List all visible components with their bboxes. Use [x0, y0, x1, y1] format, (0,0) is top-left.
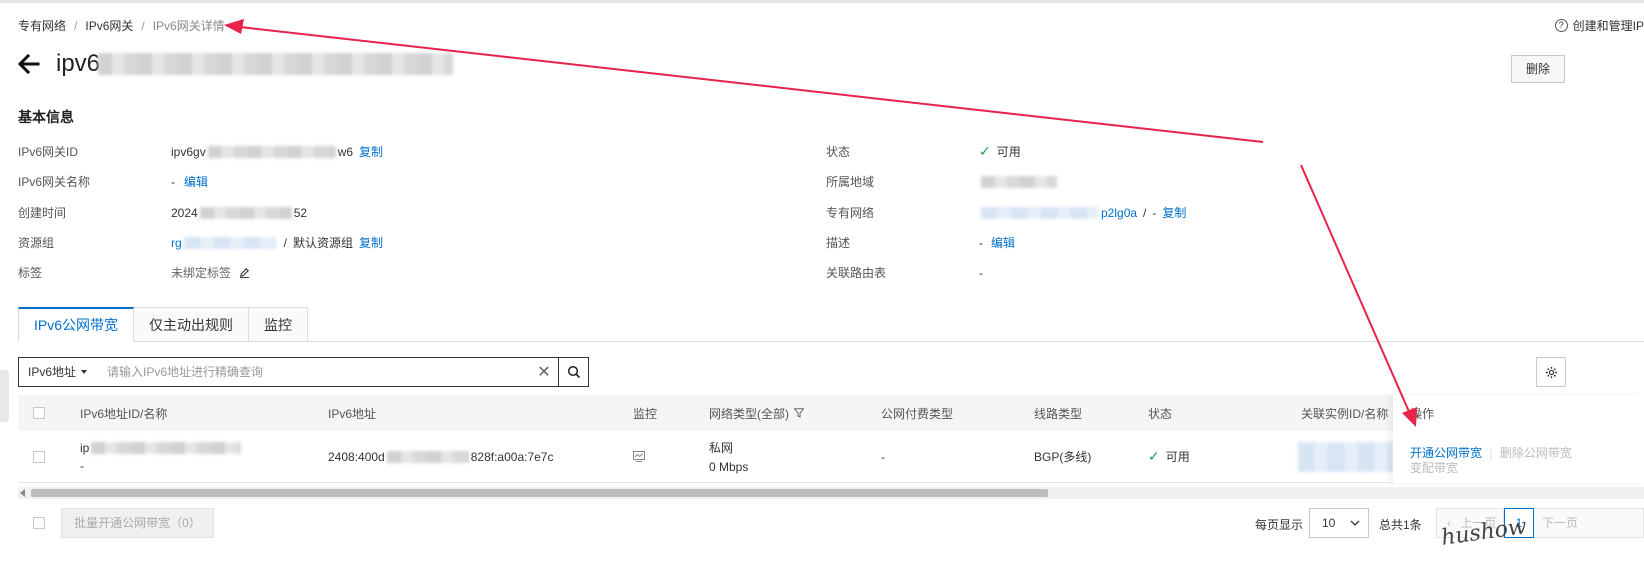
- scroll-left-icon[interactable]: [20, 489, 25, 497]
- info-gateway-id: IPv6网关ID ipv6gv w6 复制: [18, 143, 384, 160]
- info-resource-group: 资源组 rg / 默认资源组 复制: [18, 234, 384, 251]
- header-id-name: IPv6地址ID/名称: [80, 406, 168, 421]
- info-description: 描述 - 编辑: [826, 234, 1016, 251]
- help-link[interactable]: ? 创建和管理IP: [1554, 17, 1644, 34]
- row-bandwidth: 0 Mbps: [709, 460, 749, 474]
- row-address-end: 828f:a00a:7e7c: [470, 449, 554, 464]
- redacted-value: [199, 206, 292, 219]
- info-status: 状态 ✓ 可用: [826, 143, 1021, 159]
- footer-select-checkbox[interactable]: [33, 517, 45, 529]
- header-monitor: 监控: [633, 406, 658, 421]
- header-instance: 关联实例ID/名称: [1301, 406, 1389, 421]
- info-region: 所属地域: [826, 173, 1059, 190]
- side-collapse-handle[interactable]: [0, 370, 9, 422]
- row-network-type: 私网: [709, 441, 734, 455]
- breadcrumb-vpc[interactable]: 专有网络: [18, 17, 66, 34]
- tab-monitor[interactable]: 监控: [249, 307, 309, 342]
- edit-description-link[interactable]: 编辑: [991, 234, 1015, 251]
- breadcrumb-ipv6-gateway[interactable]: IPv6网关: [85, 17, 133, 34]
- delete-button[interactable]: 删除: [1511, 55, 1565, 83]
- redacted-value: [386, 450, 469, 463]
- row-checkbox[interactable]: [33, 450, 45, 463]
- info-route-table: 关联路由表 -: [826, 265, 983, 281]
- total-count: 总共1条: [1379, 518, 1422, 532]
- breadcrumb-separator: /: [141, 18, 145, 33]
- next-page-button: 下一页: [1534, 508, 1644, 538]
- annotation-arrow-line: [1300, 164, 1411, 415]
- tab-ipv6-bandwidth[interactable]: IPv6公网带宽: [18, 307, 135, 342]
- row-address-start: 2408:400d: [328, 449, 385, 464]
- row-billing: -: [881, 449, 885, 464]
- bandwidth-table: IPv6地址ID/名称 IPv6地址 监控 网络类型(全部) 公网付费类型 线路…: [18, 395, 1644, 483]
- redacted-value: [981, 206, 1099, 219]
- page-size-select[interactable]: 10: [1309, 508, 1369, 538]
- redacted-value: [91, 441, 242, 454]
- redacted-value: [1298, 441, 1393, 472]
- gear-icon: [1545, 366, 1557, 378]
- basic-info-title: 基本信息: [18, 109, 74, 125]
- tab-bar: IPv6公网带宽 仅主动出规则 监控: [18, 307, 1644, 342]
- edit-name-link[interactable]: 编辑: [184, 173, 208, 190]
- redacted-title: [98, 53, 454, 75]
- breadcrumb-current: IPv6网关详情: [152, 19, 225, 33]
- copy-resource-group-link[interactable]: 复制: [359, 234, 383, 251]
- row-status: 可用: [1165, 450, 1190, 464]
- tab-egress-rules[interactable]: 仅主动出规则: [134, 307, 250, 342]
- delete-bandwidth-link: 删除公网带宽: [1499, 446, 1572, 460]
- filter-icon: [794, 408, 804, 418]
- annotation-arrow-line: [239, 26, 1264, 143]
- per-page-label: 每页显示: [1255, 518, 1304, 532]
- settings-button[interactable]: [1536, 357, 1566, 387]
- copy-gateway-id-link[interactable]: 复制: [359, 143, 383, 160]
- info-tags: 标签 未绑定标签: [18, 264, 250, 281]
- monitor-chart-icon[interactable]: [633, 451, 645, 462]
- header-line: 线路类型: [1034, 406, 1083, 421]
- search-bar: IPv6地址 ✕: [18, 357, 589, 387]
- search-type-select[interactable]: IPv6地址: [19, 358, 97, 386]
- row-id[interactable]: ip: [80, 441, 89, 455]
- search-input[interactable]: [97, 358, 530, 386]
- batch-open-bandwidth-button: 批量开通公网带宽（0）: [61, 508, 214, 538]
- check-icon: ✓: [1148, 448, 1160, 464]
- page-title: ipv6: [56, 50, 101, 77]
- redacted-value: [207, 145, 336, 158]
- info-vpc: 专有网络 p2lg0a / - 复制: [826, 204, 1187, 221]
- check-icon: ✓: [979, 143, 991, 159]
- back-arrow-icon[interactable]: [16, 51, 42, 77]
- redacted-value: [183, 236, 276, 249]
- top-border: [0, 0, 1644, 3]
- horizontal-scrollbar[interactable]: [18, 487, 1644, 499]
- info-gateway-name: IPv6网关名称 - 编辑: [18, 173, 209, 190]
- scroll-thumb[interactable]: [31, 489, 1048, 497]
- header-billing: 公网付费类型: [881, 406, 954, 421]
- search-icon: [567, 365, 580, 379]
- help-label: 创建和管理IP: [1572, 19, 1644, 33]
- clear-icon[interactable]: ✕: [530, 362, 558, 382]
- edit-pencil-icon[interactable]: [239, 267, 250, 278]
- search-button[interactable]: [558, 358, 588, 386]
- header-ops: 操作: [1410, 407, 1435, 421]
- annotation-arrowhead: [224, 19, 244, 34]
- caret-down-icon: [81, 370, 88, 374]
- title-row: ipv6: [16, 50, 454, 78]
- header-network-type[interactable]: 网络类型(全部): [709, 395, 804, 431]
- question-icon: ?: [1554, 19, 1568, 32]
- breadcrumb-separator: /: [74, 18, 78, 33]
- header-address: IPv6地址: [328, 406, 377, 421]
- row-name: -: [80, 458, 84, 473]
- open-bandwidth-link[interactable]: 开通公网带宽: [1410, 446, 1482, 460]
- change-bandwidth-link: 变配带宽: [1410, 461, 1459, 475]
- info-created-time: 创建时间 2024 52: [18, 205, 308, 221]
- row-line: BGP(多线): [1034, 450, 1092, 464]
- operations-column: 操作 开通公网带宽 | 删除公网带宽 变配带宽: [1393, 395, 1644, 483]
- chevron-down-icon: [1350, 520, 1360, 526]
- select-all-checkbox[interactable]: [33, 407, 45, 419]
- copy-vpc-link[interactable]: 复制: [1162, 204, 1186, 221]
- header-status: 状态: [1148, 406, 1173, 421]
- breadcrumb: 专有网络 / IPv6网关 / IPv6网关详情: [18, 17, 225, 34]
- redacted-value: [981, 175, 1057, 188]
